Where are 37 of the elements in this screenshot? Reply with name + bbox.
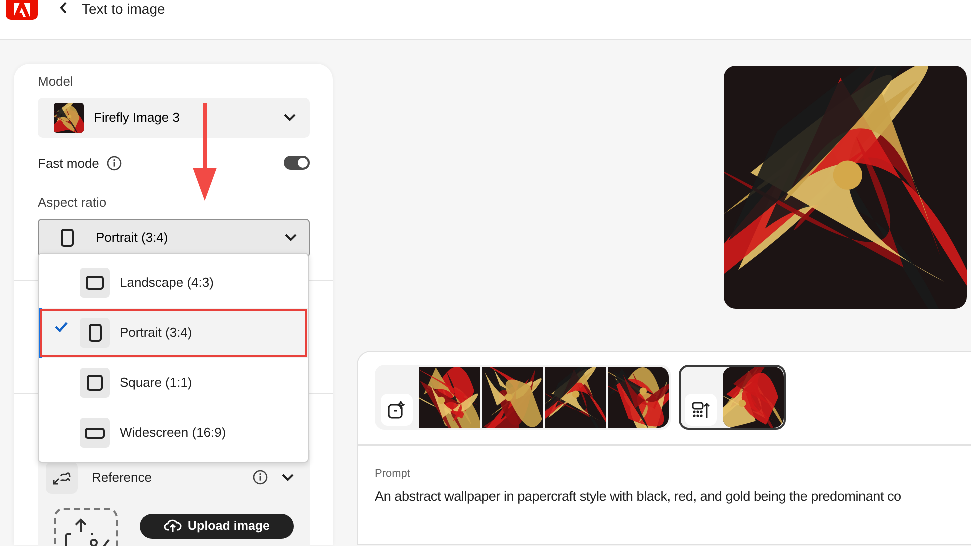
model-dropdown[interactable]: Firefly Image 3: [38, 98, 310, 138]
dropdown-option[interactable]: Square (1:1): [39, 358, 308, 408]
back-icon[interactable]: [60, 2, 68, 14]
grid-sort-icon[interactable]: [685, 394, 717, 426]
page-title: Text to image: [82, 0, 166, 19]
reference-icon: [46, 462, 78, 494]
landscape-frame-icon: [86, 276, 104, 290]
info-icon[interactable]: [253, 470, 268, 485]
toggle-switch[interactable]: [284, 156, 310, 170]
portrait-frame-icon: [61, 229, 74, 247]
info-icon[interactable]: [107, 156, 122, 171]
dropdown-option[interactable]: Portrait (3:4): [39, 308, 308, 358]
prompt-text[interactable]: An abstract wallpaper in papercraft style with black, red, and gold being the predominant co: [375, 486, 971, 507]
aspect-ratio-dropdown[interactable]: Portrait (3:4): [38, 218, 310, 258]
square-frame-icon: [87, 375, 103, 391]
image-drop-zone[interactable]: [54, 508, 118, 546]
dropdown-option[interactable]: Landscape (4:3): [39, 258, 308, 308]
chevron-down-icon: [285, 234, 297, 242]
chevron-down-icon[interactable]: [282, 474, 294, 482]
field-label: Aspect ratio: [38, 194, 108, 212]
dropdown-option[interactable]: Widescreen (16:9): [39, 408, 308, 458]
image-set[interactable]: [375, 365, 671, 430]
cloud-upload-icon: [164, 519, 182, 533]
upload-image-button[interactable]: Upload image: [140, 514, 294, 538]
portrait-frame-icon: [88, 324, 102, 342]
selected-value: Portrait (3:4): [96, 229, 168, 248]
checkmark-icon: [55, 322, 68, 332]
sparkle-icon[interactable]: [381, 394, 413, 426]
image-set[interactable]: [679, 365, 786, 430]
chevron-down-icon: [284, 114, 296, 122]
section-title: Reference: [92, 468, 152, 487]
app-logo[interactable]: [6, 0, 38, 20]
field-label: Model: [38, 73, 74, 91]
setting-label: Fast mode: [38, 154, 100, 172]
model-name: Firefly Image 3: [94, 108, 180, 127]
prompt-label: Prompt: [375, 467, 412, 482]
widescreen-frame-icon: [85, 428, 105, 438]
